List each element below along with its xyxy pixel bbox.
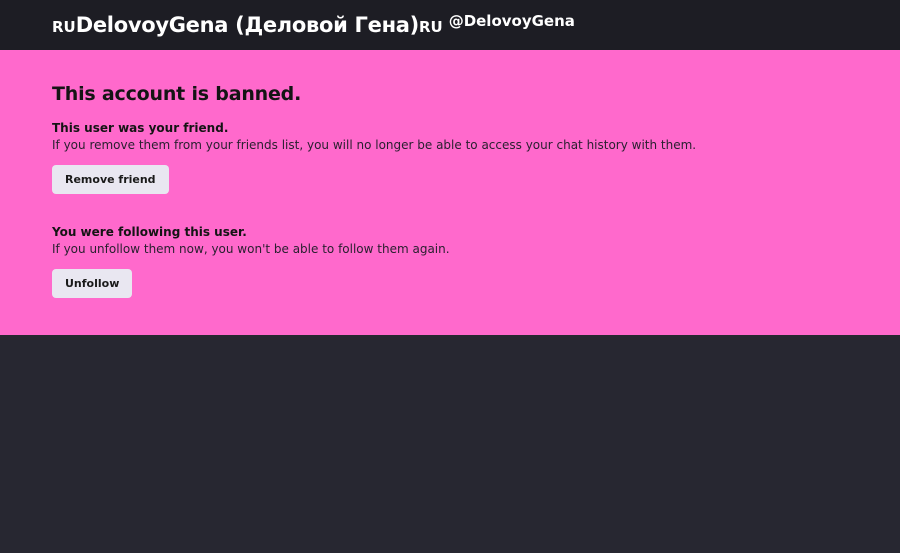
display-name-text: DelovoyGena (Деловой Гена) xyxy=(75,13,420,37)
display-name: RU DelovoyGena (Деловой Гена) RU xyxy=(52,13,443,37)
banned-title: This account is banned. xyxy=(52,83,302,105)
banned-notice: This account is banned. This user was yo… xyxy=(0,50,900,335)
remove-friend-button[interactable]: Remove friend xyxy=(52,165,169,194)
follow-section: You were following this user. If you unf… xyxy=(52,225,900,298)
follow-section-title: You were following this user. xyxy=(52,225,247,239)
friend-section-description: If you remove them from your friends lis… xyxy=(52,138,697,152)
profile-header: RU DelovoyGena (Деловой Гена) RU @Delovo… xyxy=(0,0,900,50)
follow-section-description: If you unfollow them now, you won't be a… xyxy=(52,242,450,256)
friend-section: This user was your friend. If you remove… xyxy=(52,121,900,194)
friend-section-title: This user was your friend. xyxy=(52,121,229,135)
unfollow-button[interactable]: Unfollow xyxy=(52,269,133,298)
username-handle: @DelovoyGena xyxy=(448,12,575,30)
flag-ru-icon: RU xyxy=(52,18,76,36)
flag-ru-icon: RU xyxy=(418,18,443,36)
